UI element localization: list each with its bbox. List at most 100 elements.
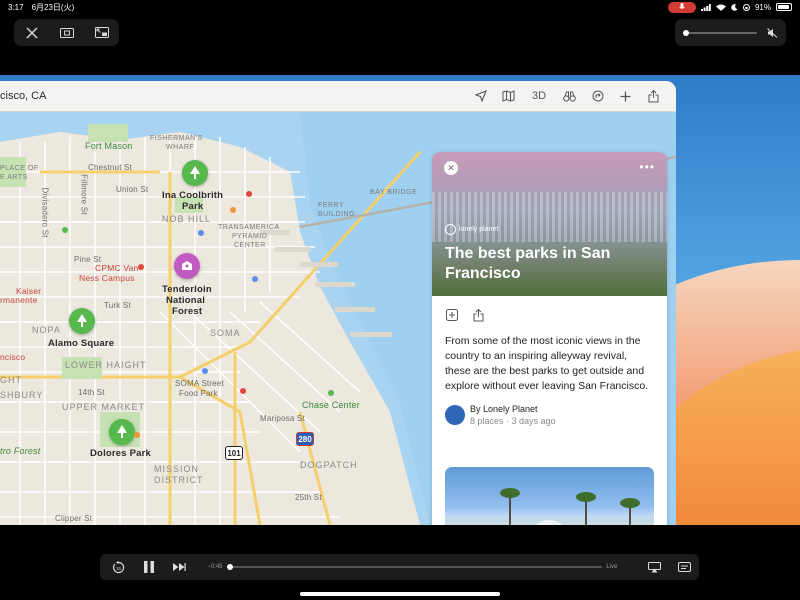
label-palace-fine-arts-2: E ARTS bbox=[0, 174, 28, 181]
skip-back-15-icon: 15 bbox=[113, 560, 125, 573]
poi-dot[interactable] bbox=[328, 390, 334, 396]
label-alamo-square: Alamo Square bbox=[48, 338, 115, 349]
share-icon bbox=[648, 89, 659, 102]
map-icon bbox=[502, 90, 515, 102]
share-guide-button[interactable] bbox=[471, 308, 485, 322]
pip-button[interactable] bbox=[87, 19, 117, 46]
location-button[interactable] bbox=[472, 88, 489, 105]
palm-crown bbox=[500, 488, 520, 498]
pause-icon bbox=[143, 561, 154, 573]
tree-icon bbox=[117, 425, 127, 438]
add-square-icon bbox=[446, 309, 458, 321]
home-indicator[interactable] bbox=[300, 592, 500, 596]
guide-close-button[interactable]: ✕ bbox=[444, 161, 458, 175]
palm-trunk bbox=[585, 500, 587, 525]
palm-crown bbox=[576, 492, 596, 502]
park-photo[interactable] bbox=[445, 467, 654, 525]
status-time: 3:17 bbox=[8, 2, 24, 12]
poi-dot[interactable] bbox=[246, 191, 252, 197]
poi-dot[interactable] bbox=[230, 207, 236, 213]
label-14th: 14th St bbox=[78, 388, 105, 397]
map-mode-button[interactable] bbox=[500, 88, 517, 105]
pip-icon bbox=[94, 27, 109, 38]
label-cpmc-2: Ness Campus bbox=[79, 273, 135, 283]
pause-button[interactable] bbox=[134, 554, 164, 580]
share-button[interactable] bbox=[645, 88, 662, 105]
live-indicator: Live bbox=[606, 564, 618, 570]
mic-indicator bbox=[667, 1, 696, 13]
fullscreen-button[interactable] bbox=[52, 19, 82, 46]
label-transamerica-2: PYRAMID bbox=[232, 233, 268, 240]
maps-window-title: cisco, CA bbox=[0, 90, 47, 102]
i-280-shield: 280 bbox=[296, 432, 314, 446]
label-nopa: NOPA bbox=[32, 325, 61, 335]
park-pin-dolores[interactable] bbox=[109, 419, 135, 445]
speaker-muted-icon bbox=[767, 27, 778, 38]
volume-knob[interactable] bbox=[683, 29, 689, 36]
status-date: 6月23日(火) bbox=[31, 2, 75, 12]
mute-button[interactable] bbox=[767, 27, 778, 38]
label-transamerica: TRANSAMERICA bbox=[218, 224, 280, 231]
label-ferry-building: FERRY bbox=[318, 202, 345, 209]
captions-icon bbox=[677, 562, 691, 572]
maps-toolbar: cisco, CA 3D bbox=[0, 81, 676, 112]
palm-trunk bbox=[629, 506, 631, 525]
guide-more-button[interactable]: ••• bbox=[639, 160, 655, 174]
scrubber[interactable] bbox=[226, 564, 603, 570]
playback-controls: 15 −0:45 Live bbox=[100, 554, 699, 580]
poi-dot[interactable] bbox=[240, 388, 246, 394]
label-haight: GHT bbox=[0, 375, 22, 385]
poi-dot[interactable] bbox=[202, 368, 208, 374]
poi-dot[interactable] bbox=[252, 276, 258, 282]
label-tenderloin-3: Forest bbox=[172, 306, 203, 317]
brand-name: lonely planet bbox=[459, 226, 499, 233]
3d-button[interactable]: 3D bbox=[528, 88, 550, 105]
label-dogpatch: DOGPATCH bbox=[300, 460, 358, 470]
rotate-icon bbox=[592, 90, 603, 102]
park-pin-alamo-square[interactable] bbox=[69, 308, 95, 334]
label-mission-2: DISTRICT bbox=[154, 475, 204, 485]
skip-back-button[interactable]: 15 bbox=[104, 554, 134, 580]
moon-icon bbox=[731, 3, 738, 11]
label-fillmore: Fillmore St bbox=[79, 174, 89, 215]
airplay-button[interactable] bbox=[639, 554, 669, 580]
battery-percent: 91% bbox=[754, 2, 771, 12]
volume-slider[interactable] bbox=[683, 29, 757, 36]
guide-author[interactable]: By Lonely Planet 8 places · 3 days ago bbox=[432, 394, 667, 426]
park-pin-tenderloin[interactable] bbox=[174, 253, 200, 279]
globe-icon bbox=[445, 224, 456, 235]
label-cpmc: CPMC Van bbox=[95, 263, 139, 273]
poi-dot[interactable] bbox=[134, 432, 140, 438]
guide-meta: 8 places · 3 days ago bbox=[470, 416, 556, 426]
close-button[interactable] bbox=[17, 19, 47, 46]
scrubber-knob[interactable] bbox=[226, 564, 233, 570]
guide-hero-image: ✕ ••• lonely planet The best parks in Sa… bbox=[432, 152, 667, 296]
captions-button[interactable] bbox=[669, 554, 699, 580]
label-divisadero: Divisadero St bbox=[40, 187, 50, 238]
park-pin-ina-coolbrith[interactable] bbox=[182, 160, 208, 186]
label-kaiser-permanente: rmanente bbox=[0, 295, 38, 305]
guide-title: The best parks in San Francisco bbox=[445, 245, 611, 282]
label-upper-market: UPPER MARKET bbox=[62, 402, 146, 412]
toolbar-tools: 3D bbox=[472, 88, 662, 105]
label-soma-street-2: Food Park bbox=[179, 389, 218, 398]
conservatory-dome bbox=[529, 520, 569, 525]
guide-description: From some of the most iconic views in th… bbox=[445, 335, 649, 392]
battery-icon bbox=[776, 3, 792, 11]
tree-icon bbox=[77, 314, 87, 327]
poi-dot[interactable] bbox=[198, 230, 204, 236]
poi-dot[interactable] bbox=[62, 227, 68, 233]
map-view[interactable]: Fort Mason FISHERMAN'S WHARF PLACE OF E … bbox=[0, 112, 676, 525]
palm-crown bbox=[620, 498, 640, 508]
add-button[interactable] bbox=[617, 88, 634, 105]
label-fort-mason: Fort Mason bbox=[85, 141, 133, 151]
maps-window: cisco, CA 3D Fort Mason FISHERMAN'S WHAR… bbox=[0, 81, 676, 525]
label-soma: SOMA bbox=[210, 328, 241, 338]
directions-button[interactable] bbox=[589, 88, 606, 105]
save-guide-button[interactable] bbox=[445, 308, 459, 322]
poi-dot[interactable] bbox=[138, 264, 144, 270]
label-clipper: Clipper St bbox=[55, 514, 93, 523]
tree-icon bbox=[190, 166, 200, 179]
look-around-button[interactable] bbox=[561, 88, 578, 105]
skip-forward-button[interactable] bbox=[164, 554, 194, 580]
